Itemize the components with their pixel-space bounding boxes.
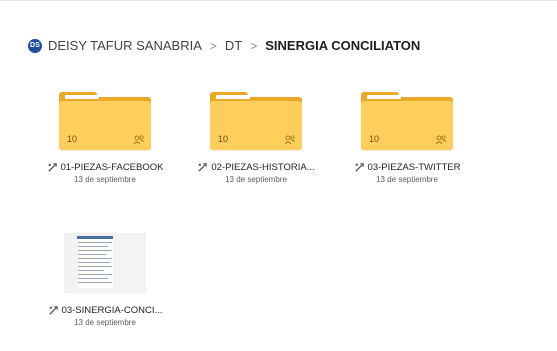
item-count: 10	[67, 134, 78, 144]
folder-name[interactable]: 02-PIEZAS-HISTORIA...	[211, 162, 314, 173]
modified-date: 13 de septiembre	[376, 175, 438, 184]
modified-date: 13 de septiembre	[74, 318, 136, 327]
folder-tile-facebook[interactable]: 10 01-PIEZAS-FACEBOOK 13 de septiembre	[30, 92, 180, 184]
folder-icon: 10	[59, 92, 151, 150]
avatar: DS	[28, 38, 42, 53]
folder-name[interactable]: 03-PIEZAS-TWITTER	[368, 162, 461, 173]
breadcrumb-item-dt[interactable]: DT	[225, 38, 242, 53]
breadcrumb: DS DEISY TAFUR SANABRIA > DT > SINERGIA …	[28, 38, 420, 53]
sync-error-icon	[354, 163, 364, 172]
folder-name[interactable]: 01-PIEZAS-FACEBOOK	[61, 162, 164, 173]
modified-date: 13 de septiembre	[74, 175, 136, 184]
folder-tile-twitter[interactable]: 10 03-PIEZAS-TWITTER 13 de septiembre	[332, 92, 482, 184]
breadcrumb-item-owner[interactable]: DEISY TAFUR SANABRIA	[48, 38, 202, 53]
file-name[interactable]: 03-SINERGIA-CONCI...	[62, 305, 163, 316]
folder-icon: 10	[210, 92, 302, 150]
breadcrumb-separator: >	[209, 38, 217, 53]
sync-error-icon	[48, 306, 58, 315]
sync-error-icon	[47, 163, 57, 172]
top-divider	[0, 0, 557, 1]
folder-icon: 10	[361, 92, 453, 150]
breadcrumb-item-current: SINERGIA CONCILIATON	[265, 38, 421, 53]
item-count: 10	[369, 134, 380, 144]
shared-people-icon	[284, 135, 296, 145]
shared-people-icon	[133, 135, 145, 145]
sync-error-icon	[198, 163, 208, 172]
folder-tile-historias[interactable]: 10 02-PIEZAS-HISTORIA... 13 de septiembr…	[181, 92, 331, 184]
file-tile-sinergia[interactable]: 03-SINERGIA-CONCI... 13 de septiembre	[30, 233, 180, 327]
shared-people-icon	[435, 135, 447, 145]
breadcrumb-separator: >	[250, 38, 258, 53]
item-count: 10	[218, 134, 229, 144]
modified-date: 13 de septiembre	[225, 175, 287, 184]
file-thumbnail	[64, 233, 146, 293]
